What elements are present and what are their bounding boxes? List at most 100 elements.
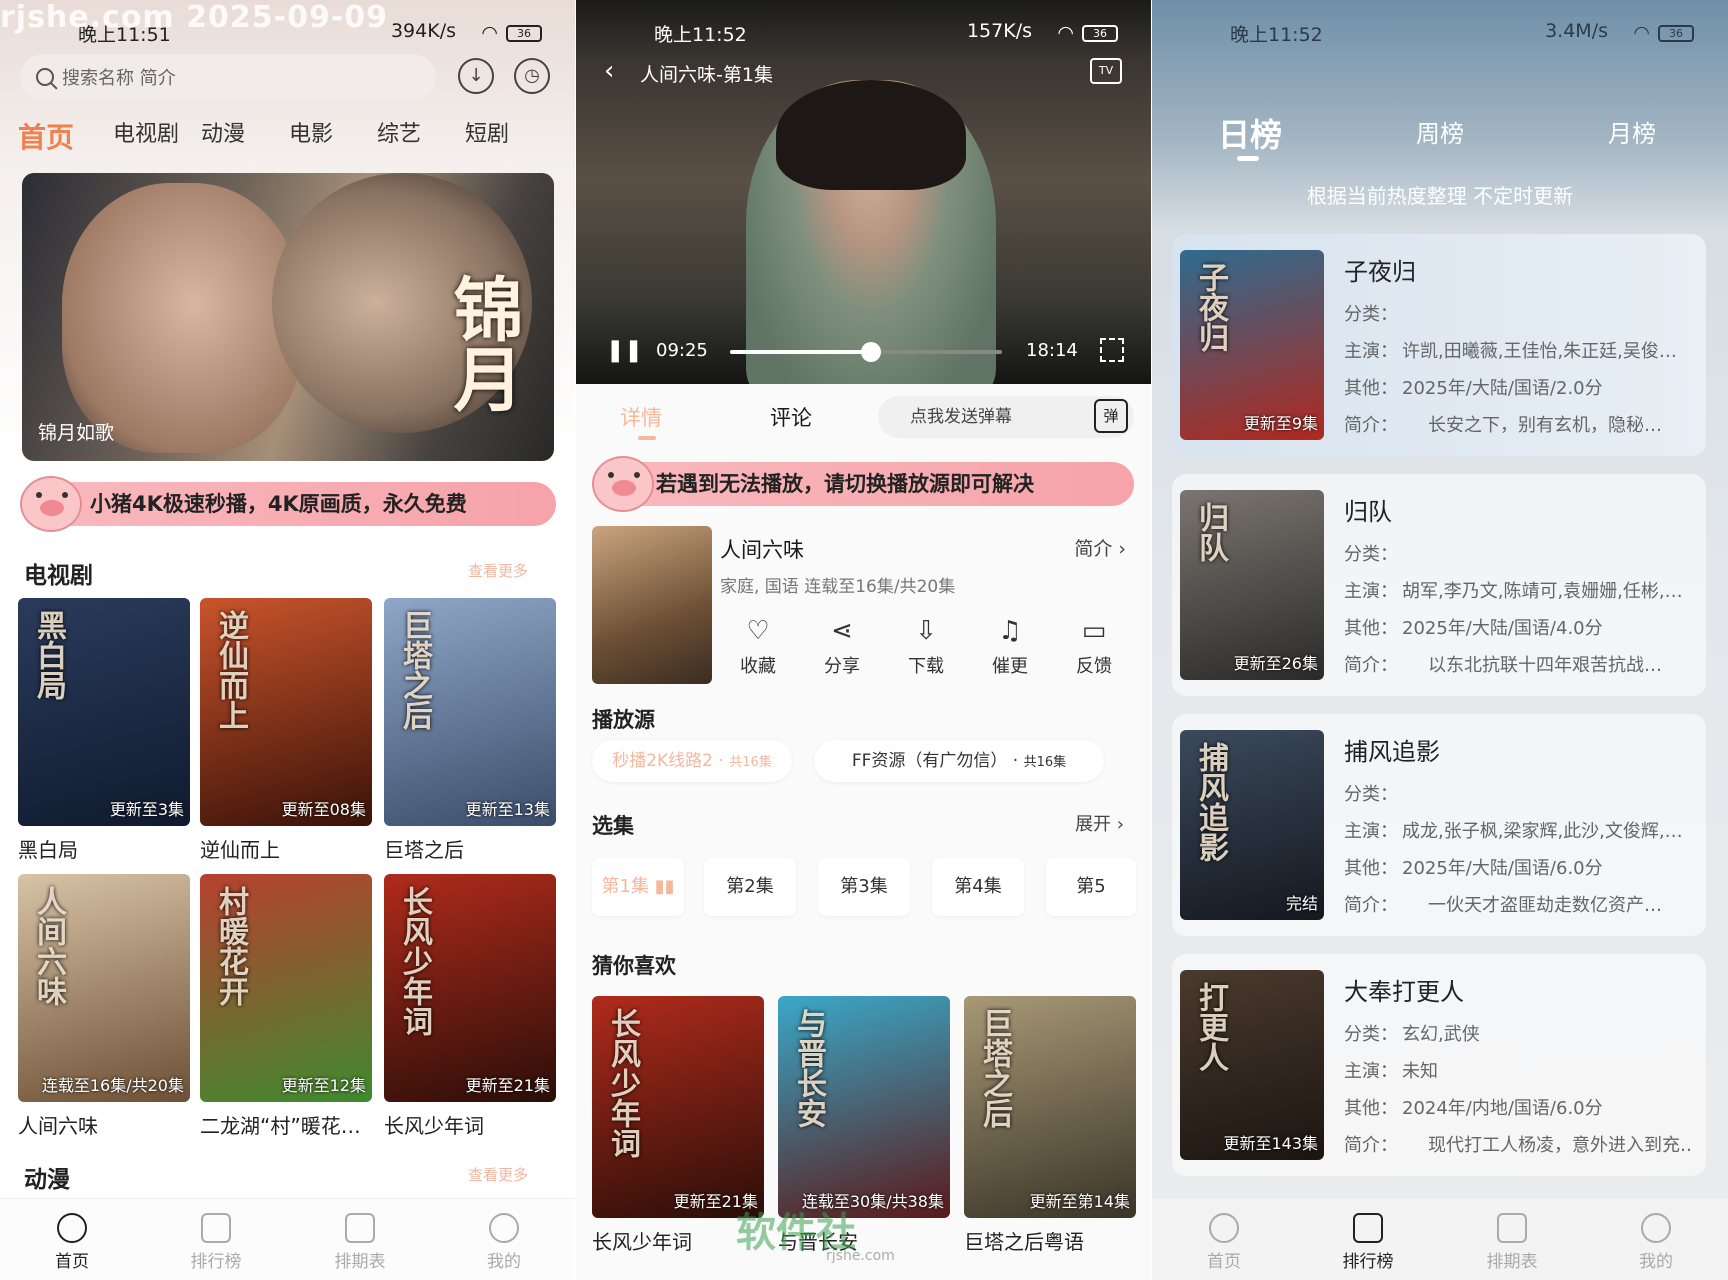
hero-banner[interactable]: 锦月 锦月如歌 bbox=[22, 173, 554, 461]
nav-schedule[interactable]: 排期表 bbox=[1440, 1199, 1584, 1280]
download-icon[interactable]: ↓ bbox=[458, 58, 494, 94]
ranking-field-value: 一伙天才盗匪劫走数亿资产… bbox=[1428, 895, 1662, 916]
episode-5[interactable]: 第5 bbox=[1046, 858, 1136, 916]
ranking-field-label: 其他： bbox=[1344, 1098, 1398, 1119]
poster-badge: 更新至143集 bbox=[1223, 1134, 1318, 1153]
danmu-input[interactable]: 点我发送弹幕 弹 bbox=[878, 396, 1134, 438]
episode-1[interactable]: 第1集 ▮▮ bbox=[592, 858, 684, 916]
recommend-poster[interactable]: 长风少年词 更新至21集 bbox=[592, 996, 764, 1218]
ranking-title: 子夜归 bbox=[1344, 258, 1416, 286]
progress-knob[interactable] bbox=[861, 342, 882, 362]
intro-link[interactable]: 简介 › bbox=[1074, 534, 1126, 561]
poster-title[interactable]: 黑白局 bbox=[18, 834, 78, 863]
tab-anime[interactable]: 动漫 bbox=[201, 116, 289, 156]
episode-4[interactable]: 第4集 bbox=[932, 858, 1024, 916]
tv-poster[interactable]: 人间六味 连载至16集/共20集 bbox=[18, 874, 190, 1102]
cast-tv-icon[interactable]: TV bbox=[1090, 58, 1122, 84]
tv-more-link[interactable]: 查看更多 bbox=[468, 560, 528, 581]
tab-movie[interactable]: 电影 bbox=[289, 116, 377, 156]
ranking-card[interactable]: 子夜归 更新至9集 子夜归 分类： 主演： 许凯,田曦薇,王佳怡,朱正廷,吴俊… 其他： 20… bbox=[1172, 234, 1706, 456]
tab-monthly[interactable]: 月榜 bbox=[1608, 114, 1656, 149]
poster-title[interactable]: 逆仙而上 bbox=[200, 834, 280, 863]
poster-title[interactable]: 长风少年词 bbox=[384, 1110, 484, 1139]
ranking-card[interactable]: 打更人 更新至143集 大奉打更人 分类： 玄幻,武侠 主演： 未知 其他： 2024年/内地/… bbox=[1172, 954, 1706, 1176]
tab-comments[interactable]: 评论 bbox=[770, 402, 812, 432]
ranking-cover: 归队 更新至26集 bbox=[1180, 490, 1324, 680]
poster-art-text: 子夜归 bbox=[1193, 262, 1228, 352]
source-option[interactable]: FF资源（有广勿信） · 共16集 bbox=[814, 740, 1104, 782]
tab-underline bbox=[638, 436, 656, 440]
recommend-poster[interactable]: 巨塔之后 更新至第14集 bbox=[964, 996, 1136, 1218]
poster-badge: 完结 bbox=[1285, 894, 1318, 913]
poster-title[interactable]: 二龙湖“村”暖花… bbox=[200, 1110, 361, 1139]
tab-variety[interactable]: 综艺 bbox=[377, 116, 465, 156]
tab-details[interactable]: 详情 bbox=[620, 402, 662, 432]
nav-ranking[interactable]: 排行榜 bbox=[1296, 1199, 1440, 1280]
wifi-icon: ◠ bbox=[1057, 22, 1074, 44]
feedback-button[interactable]: ▭ 反馈 bbox=[1052, 616, 1136, 678]
anime-more-link[interactable]: 查看更多 bbox=[468, 1164, 528, 1185]
tv-poster[interactable]: 巨塔之后 更新至13集 bbox=[384, 598, 556, 826]
ranking-card[interactable]: 捕风追影 完结 捕风追影 分类： 主演： 成龙,张子枫,梁家辉,此沙,文俊辉,… 其他： 20… bbox=[1172, 714, 1706, 936]
tv-poster[interactable]: 长风少年词 更新至21集 bbox=[384, 874, 556, 1102]
ranking-field-value: 2025年/大陆/国语/6.0分 bbox=[1402, 858, 1603, 879]
bottom-nav: 首页 排行榜 排期表 我的 bbox=[1152, 1198, 1728, 1280]
danmu-toggle-icon[interactable]: 弹 bbox=[1094, 399, 1128, 433]
poster-badge: 连载至16集/共20集 bbox=[41, 1076, 184, 1095]
poster-art-text: 逆仙而上 bbox=[213, 610, 248, 730]
ranking-title: 大奉打更人 bbox=[1344, 978, 1464, 1006]
ranking-tabs: 日榜 周榜 月榜 bbox=[1152, 110, 1728, 161]
back-icon[interactable]: ‹ bbox=[604, 56, 614, 86]
tab-tv[interactable]: 电视剧 bbox=[113, 116, 201, 156]
ranking-intro-line: 简介： 以东北抗联十四年艰苦抗战… bbox=[1344, 651, 1694, 677]
expand-link[interactable]: 展开 › bbox=[1075, 810, 1124, 836]
ranking-field-label: 其他： bbox=[1344, 618, 1398, 639]
video-title: 人间六味-第1集 bbox=[640, 64, 773, 86]
nav-home[interactable]: 首页 bbox=[1152, 1199, 1296, 1280]
recommend-poster[interactable]: 与晋长安 连载至30集/共38集 bbox=[778, 996, 950, 1218]
tab-daily[interactable]: 日榜 bbox=[1218, 110, 1282, 156]
fullscreen-icon[interactable] bbox=[1100, 338, 1124, 362]
source-option-active[interactable]: 秒播2K线路2 · 共16集 bbox=[592, 740, 792, 782]
download-button[interactable]: ⇩ 下载 bbox=[884, 616, 968, 678]
urge-update-button[interactable]: ♫ 催更 bbox=[968, 616, 1052, 678]
history-icon[interactable]: ◷ bbox=[514, 58, 550, 94]
episode-3[interactable]: 第3集 bbox=[818, 858, 910, 916]
tv-poster[interactable]: 黑白局 更新至3集 bbox=[18, 598, 190, 826]
ranking-field-value: 胡军,李乃文,陈靖可,袁姗姗,任彬,… bbox=[1402, 581, 1683, 602]
episode-2[interactable]: 第2集 bbox=[704, 858, 796, 916]
pig-mascot-icon bbox=[592, 456, 654, 512]
favorite-button[interactable]: ♡ 收藏 bbox=[716, 616, 800, 678]
nav-label: 排行榜 bbox=[190, 1252, 242, 1272]
poster-title[interactable]: 人间六味 bbox=[18, 1110, 98, 1139]
video-player[interactable]: 晚上11:52 157K/s ◠ 36 ‹ 人间六味-第1集 TV ❚❚ 09:… bbox=[576, 0, 1152, 384]
pause-icon[interactable]: ❚❚ bbox=[606, 338, 643, 363]
share-button[interactable]: ⋖ 分享 bbox=[800, 616, 884, 678]
action-label: 催更 bbox=[992, 656, 1028, 677]
ranking-card[interactable]: 归队 更新至26集 归队 分类： 主演： 胡军,李乃文,陈靖可,袁姗姗,任彬,… 其他： 20… bbox=[1172, 474, 1706, 696]
tab-home[interactable]: 首页 bbox=[18, 116, 113, 156]
ranking-icon bbox=[201, 1213, 231, 1243]
tab-weekly[interactable]: 周榜 bbox=[1416, 114, 1464, 149]
search-input[interactable]: 搜索名称 简介 bbox=[20, 54, 436, 100]
tab-short[interactable]: 短剧 bbox=[465, 116, 553, 156]
tv-poster[interactable]: 村暖花开 更新至12集 bbox=[200, 874, 372, 1102]
anime-section-title: 动漫 bbox=[24, 1167, 70, 1193]
ranking-other-line: 其他： 2025年/大陆/国语/4.0分 bbox=[1344, 614, 1694, 640]
nav-mine[interactable]: 我的 bbox=[432, 1199, 576, 1280]
nav-label: 排期表 bbox=[334, 1252, 386, 1272]
ranking-field-label: 分类： bbox=[1344, 304, 1398, 325]
tv-poster[interactable]: 逆仙而上 更新至08集 bbox=[200, 598, 372, 826]
ranking-cast-line: 主演： 未知 bbox=[1344, 1057, 1694, 1083]
ranking-other-line: 其他： 2024年/内地/国语/6.0分 bbox=[1344, 1094, 1694, 1120]
nav-schedule[interactable]: 排期表 bbox=[288, 1199, 432, 1280]
nav-mine[interactable]: 我的 bbox=[1584, 1199, 1728, 1280]
ranking-field-label: 主演： bbox=[1344, 581, 1398, 602]
progress-bar[interactable] bbox=[730, 342, 1002, 362]
nav-ranking[interactable]: 排行榜 bbox=[144, 1199, 288, 1280]
recommend-title[interactable]: 巨塔之后粤语 bbox=[964, 1226, 1084, 1255]
home-icon bbox=[1209, 1213, 1239, 1243]
nav-home[interactable]: 首页 bbox=[0, 1199, 144, 1280]
recommend-title[interactable]: 长风少年词 bbox=[592, 1226, 692, 1255]
poster-title[interactable]: 巨塔之后 bbox=[384, 834, 464, 863]
